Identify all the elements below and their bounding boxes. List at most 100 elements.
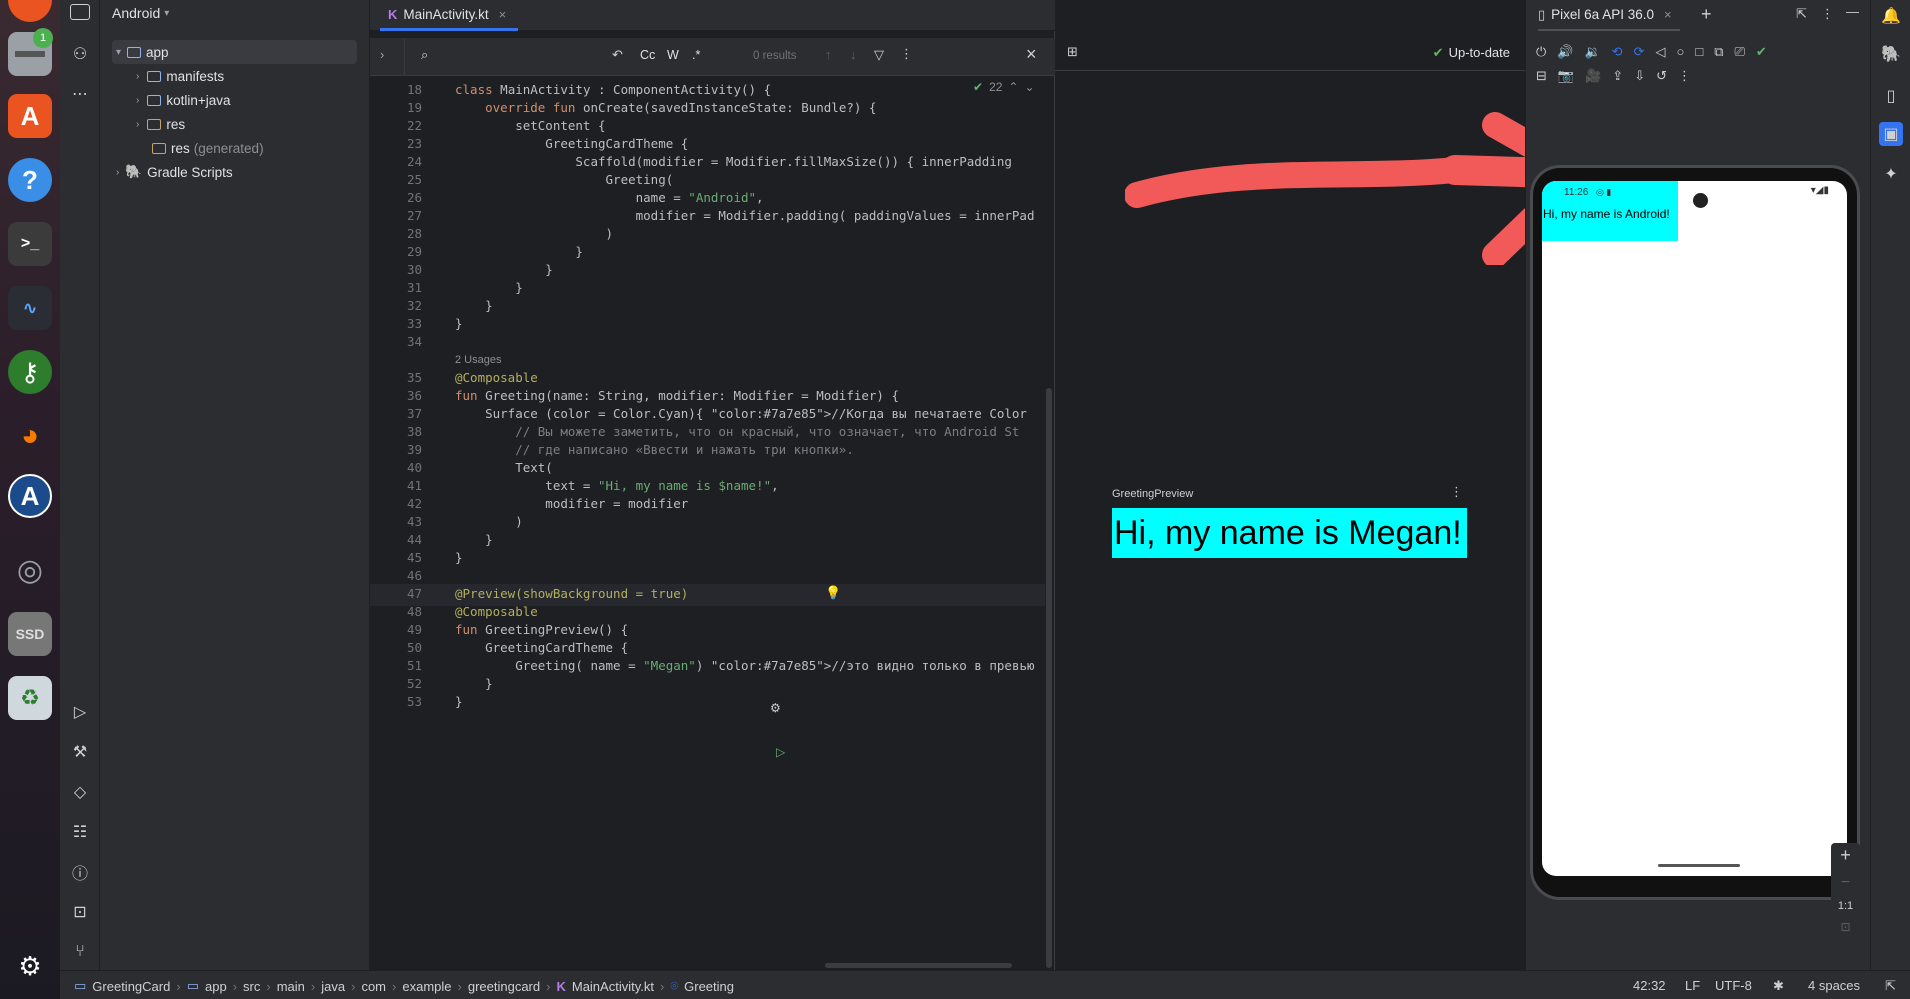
dock-appcenter-icon[interactable]: A — [8, 94, 52, 138]
project-view-dropdown[interactable]: Android ▾ — [112, 5, 169, 21]
preview-layout-icon[interactable]: ⊞ — [1067, 44, 1078, 60]
preview-render[interactable]: Hi, my name is Megan! — [1112, 508, 1467, 558]
breadcrumb-item[interactable]: com — [361, 979, 386, 994]
zoom-in-icon[interactable]: + — [1840, 845, 1851, 866]
dock-android-studio-icon[interactable]: A — [8, 474, 52, 518]
filter-icon[interactable]: ▽ — [874, 47, 884, 63]
breadcrumb-item[interactable]: java — [321, 979, 345, 994]
breadcrumb-item[interactable]: app — [205, 979, 227, 994]
power-save-icon[interactable]: ✱ — [1773, 978, 1784, 994]
dock-ssd-icon[interactable]: SSD — [8, 612, 52, 656]
breadcrumb-item[interactable]: GreetingCard — [92, 979, 170, 994]
logcat-icon[interactable]: ☷ — [68, 820, 92, 844]
tree-item-res-generated[interactable]: res (generated) — [152, 137, 264, 159]
dock-show-apps-icon[interactable]: ⚙ — [8, 944, 52, 988]
more-icon[interactable]: ⋮ — [1678, 68, 1691, 84]
tree-item-app[interactable]: ▾ app — [116, 41, 169, 63]
breadcrumb-item[interactable]: greetingcard — [468, 979, 540, 994]
line-separator[interactable]: LF — [1685, 978, 1700, 993]
overview-icon[interactable]: □ — [1695, 44, 1703, 60]
tree-item-res[interactable]: › res — [136, 113, 185, 135]
gem-icon[interactable]: ◇ — [68, 780, 92, 804]
close-find-icon[interactable]: × — [1026, 44, 1037, 65]
horizontal-scrollbar[interactable] — [825, 963, 1012, 968]
rotate-left-icon[interactable]: ⟲ — [1612, 44, 1623, 60]
rotate-right-icon[interactable]: ⟳ — [1634, 44, 1645, 60]
dock-app-icon[interactable] — [8, 0, 52, 22]
zoom-out-icon[interactable]: − — [1841, 874, 1850, 892]
lock-icon[interactable]: ⇱ — [1885, 978, 1896, 994]
more-icon[interactable]: ⋮ — [900, 46, 913, 62]
dock-blender-icon[interactable]: ◕ — [8, 414, 52, 458]
regex-toggle[interactable]: .* — [692, 48, 700, 62]
notifications-icon[interactable]: 🔔 — [1879, 4, 1903, 28]
lightbulb-icon[interactable]: 💡 — [825, 585, 841, 601]
screenshot-icon[interactable]: 📷 — [1558, 68, 1574, 84]
download-icon[interactable]: ⇩ — [1634, 68, 1645, 84]
build-icon[interactable]: ⚒ — [68, 740, 92, 764]
dock-monitor-icon[interactable]: ∿ — [8, 286, 52, 330]
fold-icon[interactable]: ⊟ — [1536, 68, 1547, 84]
check-icon[interactable]: ✔ — [1756, 44, 1767, 60]
history-icon[interactable]: ↶ — [612, 47, 623, 63]
zoom-1-1-button[interactable]: 1:1 — [1838, 900, 1853, 912]
next-match-icon[interactable]: ↓ — [850, 47, 857, 62]
more-icon[interactable]: ⋮ — [1821, 6, 1834, 22]
fit-screen-icon[interactable]: ⊡ — [1840, 920, 1850, 934]
match-case-toggle[interactable]: Cc — [640, 48, 655, 62]
tab-emulator[interactable]: ▯ Pixel 6a API 36.0 × — [1538, 0, 1680, 31]
volume-up-icon[interactable]: 🔊 — [1557, 44, 1573, 60]
phone-screen[interactable]: 11:26 ◎ ▮ ▾◢▮ Hi, my name is Android! — [1542, 181, 1847, 876]
previous-match-icon[interactable]: ↑ — [825, 47, 832, 62]
device-manager-icon[interactable]: ▯ — [1879, 84, 1903, 108]
whole-words-toggle[interactable]: W — [667, 48, 679, 62]
power-icon[interactable]: ⏻ — [1536, 44, 1546, 60]
run-preview-gutter-icon[interactable]: ▷ — [776, 745, 785, 759]
breadcrumb-item[interactable]: example — [402, 979, 451, 994]
dock-disc-icon[interactable]: ◎ — [8, 548, 52, 592]
volume-down-icon[interactable]: 🔉 — [1584, 44, 1600, 60]
breadcrumb-item[interactable]: MainActivity.kt — [572, 979, 654, 994]
cursor-position[interactable]: 42:32 — [1633, 978, 1666, 993]
terminal-icon[interactable]: ⊡ — [68, 900, 92, 924]
tree-item-manifests[interactable]: › manifests — [136, 65, 224, 87]
preview-options-icon[interactable]: ⋮ — [1450, 484, 1463, 500]
more-tools-icon[interactable]: ⋯ — [68, 82, 92, 106]
gesture-nav-bar[interactable] — [1658, 864, 1740, 867]
dock-keys-icon[interactable]: ⚷ — [8, 350, 52, 394]
mirror-icon[interactable]: ⎚ — [1735, 44, 1745, 60]
breadcrumb-item[interactable]: Greeting — [684, 979, 734, 994]
back-icon[interactable]: ◁ — [1655, 44, 1665, 60]
minimize-icon[interactable]: — — [1846, 4, 1859, 19]
tab-mainactivity[interactable]: K MainActivity.kt × — [380, 0, 519, 31]
reset-icon[interactable]: ↺ — [1656, 68, 1667, 84]
snapshot-icon[interactable]: ⧉ — [1714, 44, 1723, 60]
close-tab-icon[interactable]: × — [1664, 7, 1672, 22]
project-tool-icon[interactable] — [70, 4, 90, 20]
indent-setting[interactable]: 4 spaces — [1808, 978, 1860, 993]
preview-settings-icon[interactable]: ⚙ — [770, 701, 781, 715]
breadcrumb-item[interactable]: main — [277, 979, 305, 994]
upload-icon[interactable]: ⇪ — [1612, 68, 1623, 84]
dock-trash-icon[interactable]: ♻ — [8, 676, 52, 720]
file-encoding[interactable]: UTF-8 — [1715, 978, 1752, 993]
dock-help-icon[interactable]: ? — [8, 158, 52, 202]
chevron-right-icon[interactable]: › — [380, 47, 384, 62]
open-external-icon[interactable]: ⇱ — [1796, 6, 1807, 22]
breadcrumb-item[interactable]: src — [243, 979, 260, 994]
problems-icon[interactable]: ⓘ — [68, 860, 92, 884]
home-icon[interactable]: ○ — [1676, 44, 1684, 60]
gradle-tool-icon[interactable]: 🐘 — [1879, 42, 1903, 66]
close-tab-icon[interactable]: × — [499, 7, 507, 22]
git-icon[interactable]: ⑂ — [68, 940, 92, 964]
add-device-icon[interactable]: + — [1701, 4, 1712, 25]
vertical-scrollbar[interactable] — [1046, 388, 1052, 968]
gemini-icon[interactable]: ✦ — [1879, 162, 1903, 186]
dock-terminal-icon[interactable]: >_ — [8, 222, 52, 266]
tree-item-gradle-scripts[interactable]: › 🐘 Gradle Scripts — [116, 161, 233, 183]
record-icon[interactable]: 🎥 — [1585, 68, 1601, 84]
running-devices-icon[interactable]: ▣ — [1879, 122, 1903, 146]
structure-icon[interactable]: ⚇ — [68, 42, 92, 66]
tree-item-kotlin-java[interactable]: › kotlin+java — [136, 89, 231, 111]
run-icon[interactable]: ▷ — [68, 700, 92, 724]
